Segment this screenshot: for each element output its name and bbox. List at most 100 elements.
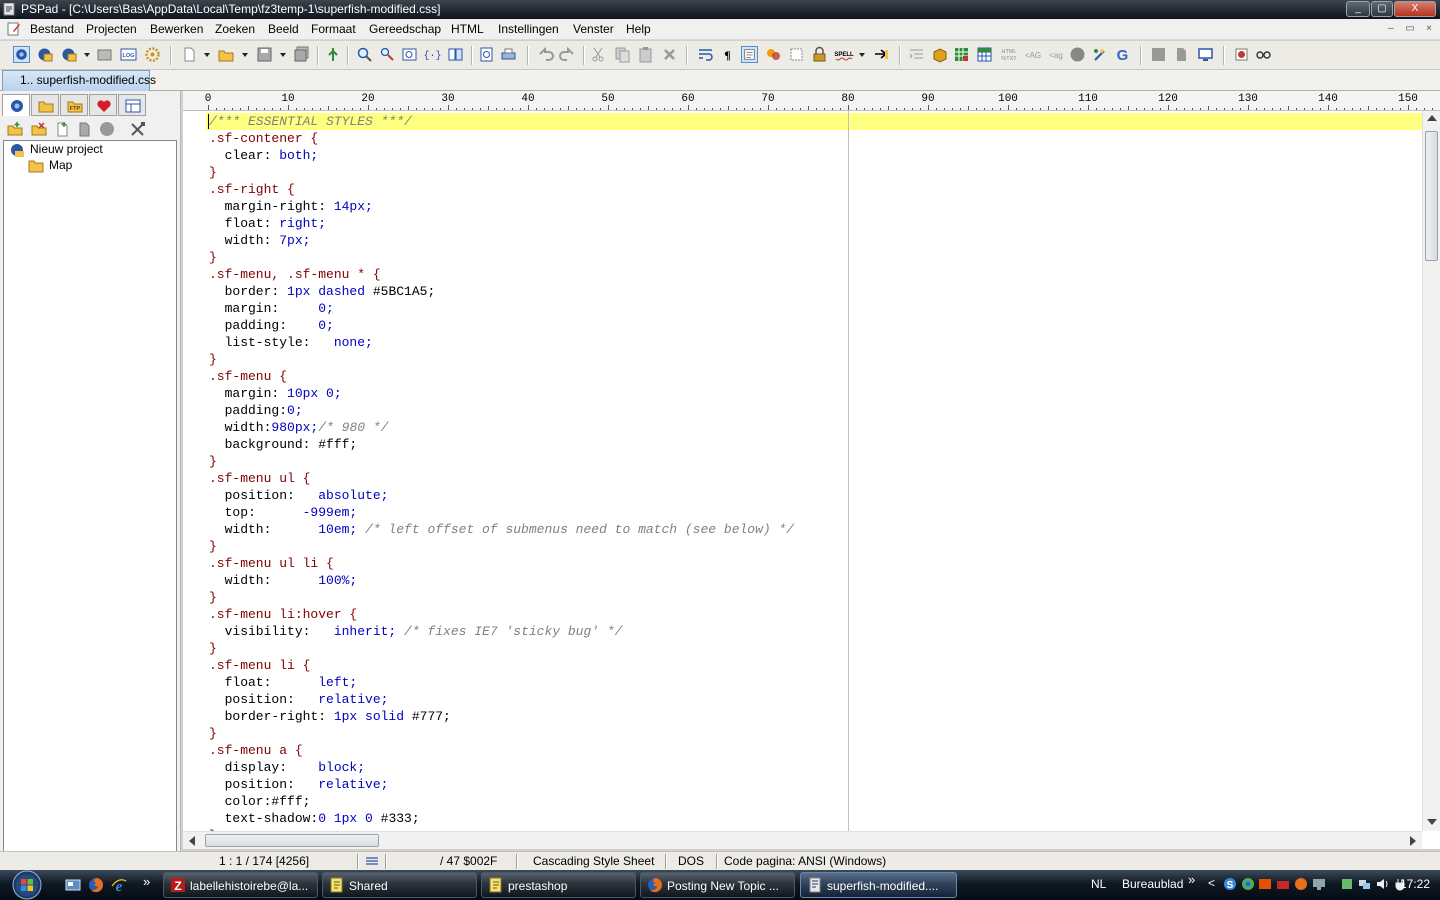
code-line[interactable]: top: -999em; — [209, 504, 358, 521]
add-folder-icon[interactable] — [7, 121, 23, 137]
code-line[interactable]: margin: 10px 0; — [209, 385, 342, 402]
code-line[interactable]: } — [209, 249, 217, 266]
chrome-tray-icon[interactable] — [1241, 877, 1255, 891]
wrap-icon[interactable] — [697, 46, 714, 63]
code-page[interactable]: Code pagina: ANSI (Windows) — [724, 854, 886, 868]
open-project-icon[interactable] — [36, 46, 53, 63]
code-line[interactable]: } — [209, 589, 217, 606]
code-line[interactable]: .sf-right { — [209, 181, 295, 198]
tray-collapse-button[interactable]: < — [1208, 876, 1215, 890]
delete-icon[interactable] — [661, 46, 678, 63]
circle-icon[interactable] — [1069, 46, 1086, 63]
code-line[interactable]: } — [209, 725, 217, 742]
tab-superfish-modified[interactable]: 1.. superfish-modified.css — [2, 70, 156, 91]
code-line[interactable]: width: 10em; /* left offset of submenus … — [209, 521, 795, 538]
scroll-left-arrow-icon[interactable] — [189, 836, 195, 846]
save-project-icon[interactable] — [60, 46, 77, 63]
grid-icon[interactable] — [953, 46, 970, 63]
start-button[interactable] — [8, 870, 46, 900]
code-line[interactable]: width: 100%; — [209, 572, 358, 589]
firefox-tray-icon[interactable] — [1294, 877, 1308, 891]
code-line[interactable]: } — [209, 538, 217, 555]
horizontal-scrollbar[interactable] — [183, 831, 1422, 849]
line-ending-format[interactable]: DOS — [678, 854, 704, 868]
code-line[interactable]: .sf-menu li { — [209, 657, 310, 674]
glasses-icon[interactable] — [1255, 46, 1272, 63]
mdi-minimize-button[interactable]: – — [1383, 22, 1399, 36]
lock-icon[interactable] — [811, 46, 828, 63]
menu-zoeken[interactable]: Zoeken — [215, 22, 255, 36]
language-indicator[interactable]: NL — [1091, 877, 1106, 891]
code-line[interactable]: position: relative; — [209, 776, 389, 793]
volume-icon[interactable] — [1376, 877, 1390, 891]
compile-icon[interactable] — [325, 46, 342, 63]
paste-icon[interactable] — [637, 46, 654, 63]
device-tray-icon[interactable] — [1276, 877, 1290, 891]
menu-venster[interactable]: Venster — [573, 22, 614, 36]
save-icon[interactable] — [256, 46, 273, 63]
vertical-scroll-thumb[interactable] — [1425, 131, 1438, 261]
bracket-icon[interactable]: {·} — [424, 46, 441, 63]
html-text-icon[interactable]: HTML %TXT — [999, 46, 1020, 63]
task-filezilla[interactable]: Z labellehistoirebe@la... — [163, 872, 318, 898]
code-line[interactable]: } — [209, 351, 217, 368]
column-icon[interactable] — [788, 46, 805, 63]
compare-icon[interactable] — [447, 46, 464, 63]
redo-icon[interactable] — [559, 46, 576, 63]
code-line[interactable]: border-right: 1px solid #777; — [209, 708, 451, 725]
code-line[interactable]: } — [209, 453, 217, 470]
cut-icon[interactable] — [590, 46, 607, 63]
code-line[interactable]: display: block; — [209, 759, 365, 776]
task-firefox-posting[interactable]: Posting New Topic ... — [640, 872, 795, 898]
network-connection-icon[interactable] — [1357, 877, 1371, 891]
untag-icon[interactable]: <ag — [1046, 46, 1066, 63]
scroll-right-arrow-icon[interactable] — [1410, 836, 1416, 846]
menu-help[interactable]: Help — [626, 22, 651, 36]
page-icon[interactable] — [1173, 46, 1190, 63]
code-line[interactable]: width: 7px; — [209, 232, 311, 249]
replace-icon[interactable] — [379, 46, 396, 63]
code-line[interactable]: .sf-menu ul { — [209, 470, 310, 487]
menu-beeld[interactable]: Beeld — [268, 22, 299, 36]
code-line[interactable]: float: left; — [209, 674, 358, 691]
print-icon[interactable] — [500, 46, 517, 63]
undo-icon[interactable] — [537, 46, 554, 63]
security-tray-icon[interactable] — [1340, 877, 1354, 891]
code-line[interactable]: .sf-menu, .sf-menu * { — [209, 266, 381, 283]
find-icon[interactable] — [356, 46, 373, 63]
recent-project-icon[interactable] — [96, 46, 113, 63]
close-button[interactable]: X — [1394, 1, 1436, 17]
menu-gereedschap[interactable]: Gereedschap — [369, 22, 441, 36]
code-line[interactable]: .sf-menu ul li { — [209, 555, 334, 572]
code-line[interactable]: margin-right: 14px; — [209, 198, 373, 215]
menu-formaat[interactable]: Formaat — [311, 22, 356, 36]
remove-file-icon[interactable] — [76, 121, 92, 137]
block-icon[interactable] — [1150, 46, 1167, 63]
spell-icon[interactable]: SPELL — [833, 46, 855, 63]
favorites-tab[interactable] — [89, 94, 117, 116]
disabled-icon[interactable] — [99, 121, 115, 137]
project-icon[interactable] — [13, 46, 30, 63]
app-icon[interactable] — [3, 3, 15, 16]
code-line[interactable]: background: #fff; — [209, 436, 358, 453]
monitor-tray-icon[interactable] — [1312, 877, 1326, 891]
project-tab[interactable] — [2, 94, 30, 116]
code-line[interactable]: padding: 0; — [209, 317, 334, 334]
code-line[interactable]: list-style: none; — [209, 334, 373, 351]
minimize-button[interactable]: _ — [1346, 1, 1370, 17]
color-icon[interactable] — [765, 46, 782, 63]
box-icon[interactable] — [931, 46, 948, 63]
copy-icon[interactable] — [614, 46, 631, 63]
menu-bewerken[interactable]: Bewerken — [150, 22, 203, 36]
maximize-button[interactable]: ▢ — [1371, 1, 1393, 17]
code-area[interactable]: /*** ESSENTIAL STYLES ***/ .sf-contener {… — [206, 111, 1422, 831]
save-all-icon[interactable] — [293, 46, 310, 63]
code-line[interactable]: position: absolute; — [209, 487, 389, 504]
code-line[interactable]: } — [209, 164, 217, 181]
menu-html[interactable]: HTML — [451, 22, 484, 36]
mdi-close-button[interactable]: × — [1421, 22, 1437, 36]
firefox-icon[interactable] — [88, 877, 104, 893]
indent-icon[interactable] — [908, 46, 925, 63]
code-line[interactable]: float: right; — [209, 215, 326, 232]
code-line[interactable]: padding:0; — [209, 402, 303, 419]
